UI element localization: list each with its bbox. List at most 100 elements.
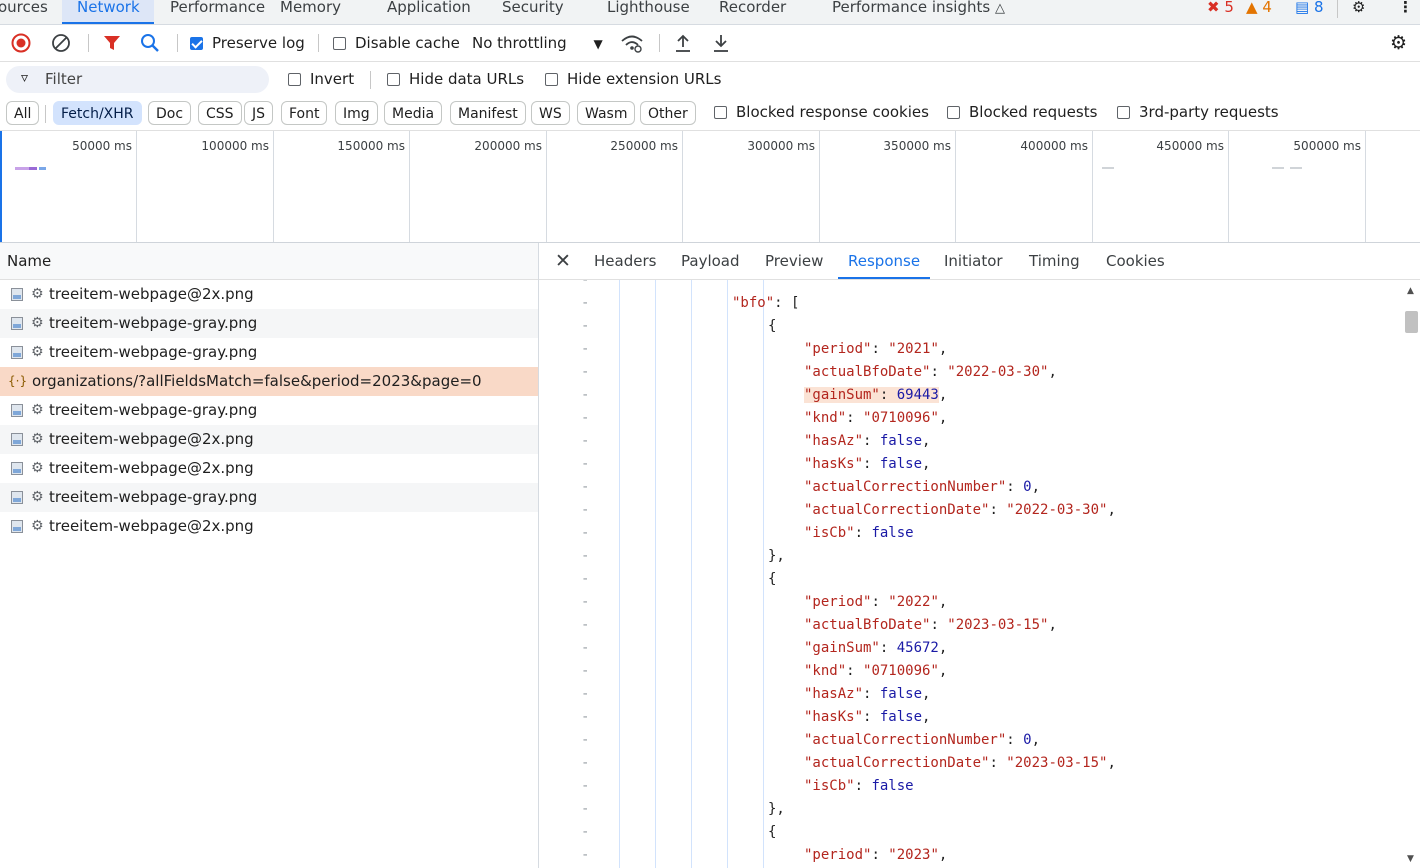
request-name: treeitem-webpage@2x.png: [49, 517, 254, 535]
gutter-marker: -: [581, 410, 590, 426]
request-row[interactable]: ⚙ treeitem-webpage@2x.png: [0, 454, 538, 483]
hide-extension-urls-checkbox[interactable]: Hide extension URLs: [545, 62, 721, 97]
invert-checkbox[interactable]: Invert: [288, 62, 354, 97]
type-chip-ws[interactable]: WS: [531, 101, 570, 125]
timeline-tick-label: 50000 ms: [72, 139, 132, 153]
settings-gear-icon[interactable]: ⚙: [1352, 0, 1365, 19]
scroll-up-arrow-icon[interactable]: ▲: [1407, 286, 1414, 296]
scrollbar-thumb[interactable]: [1405, 311, 1418, 333]
code-line: - "knd": "0710096",: [539, 660, 1402, 683]
timeline-tick-label: 400000 ms: [1020, 139, 1088, 153]
response-code-view[interactable]: - - "bfo": [-{- "period": "2021", - "actualBf…: [539, 280, 1402, 868]
request-row[interactable]: ⚙ treeitem-webpage@2x.png: [0, 280, 538, 309]
more-options-icon[interactable]: ⋮: [1398, 0, 1413, 19]
tab-response[interactable]: Response: [848, 243, 920, 279]
tab-recorder[interactable]: Recorder: [719, 0, 786, 23]
code-content: "period": "2023",: [804, 844, 947, 867]
code-content: "hasAz": false,: [804, 430, 930, 453]
code-content: "knd": "0710096",: [804, 660, 947, 683]
tab-lighthouse[interactable]: Lighthouse: [607, 0, 690, 23]
filter-input[interactable]: ▿ Filter: [6, 66, 269, 93]
preserve-log-label: Preserve log: [212, 34, 305, 52]
tab-network[interactable]: Network: [77, 0, 140, 23]
blocked-requests-checkbox[interactable]: Blocked requests: [947, 96, 1097, 128]
error-count-badge[interactable]: ✖ 5: [1207, 0, 1234, 19]
code-token: ,: [938, 847, 948, 863]
type-chip-js[interactable]: JS: [244, 101, 274, 125]
scroll-down-arrow-icon[interactable]: ▼: [1407, 854, 1414, 864]
code-token: false: [879, 456, 923, 472]
close-icon[interactable]: ✕: [555, 243, 571, 279]
network-conditions-icon[interactable]: [620, 25, 644, 61]
type-chip-fetch-xhr[interactable]: Fetch/XHR: [53, 101, 142, 125]
type-chip-other[interactable]: Other: [640, 101, 696, 125]
tab-memory[interactable]: Memory: [280, 0, 341, 23]
type-chip-doc[interactable]: Doc: [148, 101, 192, 125]
tab-performance-insights[interactable]: Performance insights △: [832, 0, 1005, 23]
code-token: ,: [922, 433, 931, 449]
type-chip-all[interactable]: All: [6, 101, 40, 125]
timeline-overview[interactable]: 50000 ms 100000 ms 150000 ms 200000 ms 2…: [0, 131, 1420, 243]
warning-count-badge[interactable]: ▲ 4: [1246, 0, 1272, 19]
tab-security[interactable]: Security: [502, 0, 564, 23]
code-content: "knd": "0710096",: [804, 407, 947, 430]
tab-cookies[interactable]: Cookies: [1106, 243, 1165, 279]
image-file-icon: [11, 346, 23, 359]
code-content: "gainSum": 45672,: [804, 637, 947, 660]
gutter-marker: -: [581, 594, 590, 610]
request-row[interactable]: ⚙ treeitem-webpage-gray.png: [0, 338, 538, 367]
code-content: "actualCorrectionDate": "2023-03-15",: [804, 752, 1116, 775]
code-line: - "isCb": false: [539, 522, 1402, 545]
request-row[interactable]: ⚙ treeitem-webpage@2x.png: [0, 425, 538, 454]
preserve-log-checkbox[interactable]: Preserve log: [190, 25, 305, 61]
filter-funnel-icon[interactable]: [103, 25, 121, 61]
code-content: "actualCorrectionDate": "2022-03-30",: [804, 499, 1116, 522]
third-party-requests-checkbox[interactable]: 3rd-party requests: [1117, 96, 1279, 128]
export-har-icon[interactable]: [712, 25, 730, 61]
type-chip-media[interactable]: Media: [384, 101, 443, 125]
import-har-icon[interactable]: [674, 25, 692, 61]
tab-payload[interactable]: Payload: [681, 243, 740, 279]
tab-sources[interactable]: ources: [0, 0, 48, 23]
tab-headers[interactable]: Headers: [594, 243, 656, 279]
tab-timing[interactable]: Timing: [1029, 243, 1080, 279]
throttling-select[interactable]: No throttling ▼: [472, 25, 603, 61]
type-chip-css[interactable]: CSS: [198, 101, 242, 125]
search-icon[interactable]: [140, 25, 160, 61]
service-worker-gear-icon: ⚙: [31, 402, 44, 418]
clear-icon[interactable]: [51, 25, 71, 61]
divider: [1337, 0, 1338, 18]
type-chip-font[interactable]: Font: [281, 101, 328, 125]
record-stop-icon[interactable]: [11, 25, 31, 61]
tab-performance[interactable]: Performance: [170, 0, 265, 23]
code-token: ,: [1048, 617, 1057, 633]
message-icon: ▤: [1295, 0, 1310, 16]
message-count-badge[interactable]: ▤ 8: [1295, 0, 1324, 19]
request-list-header[interactable]: Name: [0, 243, 538, 280]
disable-cache-checkbox[interactable]: Disable cache: [333, 25, 460, 61]
request-row[interactable]: {·} organizations/?allFieldsMatch=false&p…: [0, 367, 538, 396]
request-row[interactable]: ⚙ treeitem-webpage-gray.png: [0, 309, 538, 338]
blocked-response-cookies-label: Blocked response cookies: [736, 103, 929, 121]
request-row[interactable]: ⚙ treeitem-webpage-gray.png: [0, 396, 538, 425]
timeline-tick-label: 200000 ms: [474, 139, 542, 153]
type-chip-img[interactable]: Img: [335, 101, 378, 125]
hide-data-urls-checkbox[interactable]: Hide data URLs: [387, 62, 524, 97]
name-column-header[interactable]: Name: [7, 252, 51, 270]
request-row[interactable]: ⚙ treeitem-webpage-gray.png: [0, 483, 538, 512]
type-chip-manifest[interactable]: Manifest: [450, 101, 526, 125]
response-scrollbar[interactable]: ▲ ▼: [1403, 280, 1420, 868]
type-chip-wasm[interactable]: Wasm: [577, 101, 636, 125]
request-name: treeitem-webpage@2x.png: [49, 430, 254, 448]
tab-preview[interactable]: Preview: [765, 243, 823, 279]
code-line: - "actualCorrectionDate": "2023-03-15",: [539, 752, 1402, 775]
request-row[interactable]: ⚙ treeitem-webpage@2x.png: [0, 512, 538, 541]
service-worker-gear-icon: ⚙: [31, 431, 44, 447]
tab-initiator[interactable]: Initiator: [944, 243, 1003, 279]
timeline-tick-label: 250000 ms: [610, 139, 678, 153]
tab-application[interactable]: Application: [387, 0, 471, 23]
code-content: {: [768, 568, 776, 591]
code-line: - "hasKs": false,: [539, 453, 1402, 476]
blocked-response-cookies-checkbox[interactable]: Blocked response cookies: [714, 96, 929, 128]
network-settings-gear-icon[interactable]: ⚙: [1390, 25, 1407, 61]
